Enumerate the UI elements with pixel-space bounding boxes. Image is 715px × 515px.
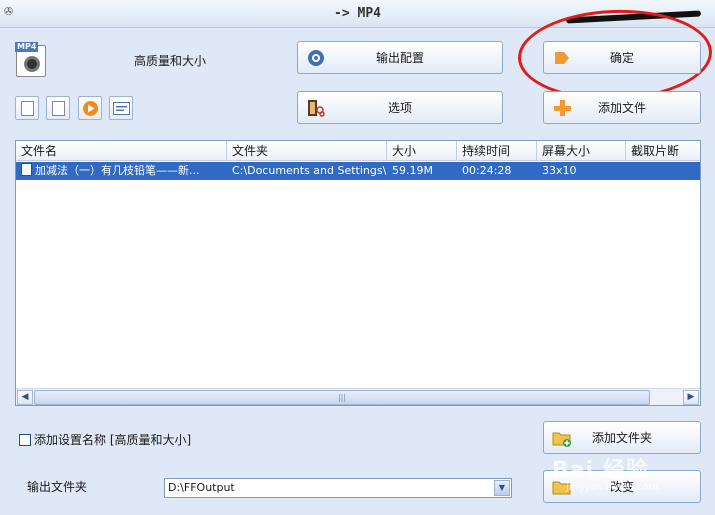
- chevron-down-icon[interactable]: ▼: [494, 480, 510, 496]
- film-scissors-icon: [308, 100, 325, 117]
- output-folder-select[interactable]: D:\FFOutput ▼: [164, 478, 512, 498]
- media-info-button[interactable]: [109, 96, 133, 120]
- add-file-label: 添加文件: [597, 101, 646, 115]
- column-header-duration[interactable]: 持续时间: [457, 141, 537, 161]
- options-button[interactable]: 选项: [297, 91, 503, 124]
- folder-icon: [552, 481, 571, 495]
- column-header-screen-size[interactable]: 屏幕大小: [537, 141, 626, 161]
- column-header-folder[interactable]: 文件夹: [227, 141, 387, 161]
- file-list[interactable]: 文件名 文件夹 大小 持续时间 屏幕大小 截取片断 加减法（一）有几枝铅笔——新…: [15, 140, 701, 406]
- mp4-tag-icon: MP4: [15, 42, 39, 52]
- file-clip-cell: [626, 162, 700, 180]
- play-icon: [83, 101, 98, 116]
- play-button[interactable]: [78, 96, 102, 120]
- output-config-label: 输出配置: [375, 51, 424, 65]
- plus-icon: [554, 100, 571, 116]
- delete-file-icon: [52, 101, 65, 116]
- file-name: 加减法（一）有几枝铅笔——新...: [35, 164, 200, 177]
- table-row[interactable]: 加减法（一）有几枝铅笔——新... C:\Documents and Setti…: [16, 162, 700, 180]
- column-header-name[interactable]: 文件名: [16, 141, 227, 161]
- file-folder-cell: C:\Documents and Settings\...: [232, 164, 387, 177]
- scroll-left-button[interactable]: ◀: [17, 390, 33, 405]
- output-config-button[interactable]: 输出配置: [297, 41, 503, 74]
- output-folder-label: 输出文件夹: [27, 480, 88, 494]
- scroll-thumb[interactable]: |||: [34, 390, 650, 405]
- settings-disc-icon: [308, 50, 324, 66]
- horizontal-scrollbar[interactable]: ◀ ||| ▶: [16, 388, 700, 405]
- folder-add-icon: [552, 432, 571, 447]
- add-folder-button[interactable]: 添加文件夹: [543, 421, 701, 454]
- mp4-profile-icon: MP4: [15, 42, 46, 77]
- remove-file-icon: [21, 101, 34, 116]
- change-folder-label: 改变: [609, 480, 634, 494]
- save-settings-checkbox[interactable]: [19, 433, 31, 446]
- options-label: 选项: [387, 101, 412, 115]
- film-reel-icon: [24, 56, 40, 72]
- column-header-clip[interactable]: 截取片断: [626, 141, 700, 161]
- add-folder-label: 添加文件夹: [591, 431, 652, 445]
- info-card-icon: [113, 102, 130, 115]
- add-file-button[interactable]: 添加文件: [543, 91, 701, 124]
- title-bar: ✇ -> MP4: [0, 0, 715, 28]
- column-header-size[interactable]: 大小: [387, 141, 457, 161]
- ok-label: 确定: [609, 51, 634, 65]
- arrow-right-icon: [555, 52, 569, 64]
- save-settings-row[interactable]: 添加设置名称 [高质量和大小]: [19, 431, 191, 448]
- change-folder-button[interactable]: 改变: [543, 470, 701, 503]
- remove-file-button[interactable]: [15, 96, 39, 120]
- video-file-icon: [21, 163, 32, 176]
- scroll-right-button[interactable]: ▶: [683, 390, 699, 405]
- clear-list-button[interactable]: [46, 96, 70, 120]
- profile-label: 高质量和大小: [134, 54, 207, 68]
- file-duration-cell: 00:24:28: [462, 164, 512, 177]
- ok-button[interactable]: 确定: [543, 41, 701, 74]
- file-screen-size-cell: 33x10: [542, 164, 577, 177]
- file-size-cell: 59.19M: [392, 164, 433, 177]
- file-name-cell: 加减法（一）有几枝铅笔——新...: [16, 162, 227, 180]
- file-list-header: 文件名 文件夹 大小 持续时间 屏幕大小 截取片断: [16, 141, 700, 161]
- output-folder-value: D:\FFOutput: [168, 481, 235, 494]
- save-settings-label: 添加设置名称 [高质量和大小]: [34, 433, 192, 447]
